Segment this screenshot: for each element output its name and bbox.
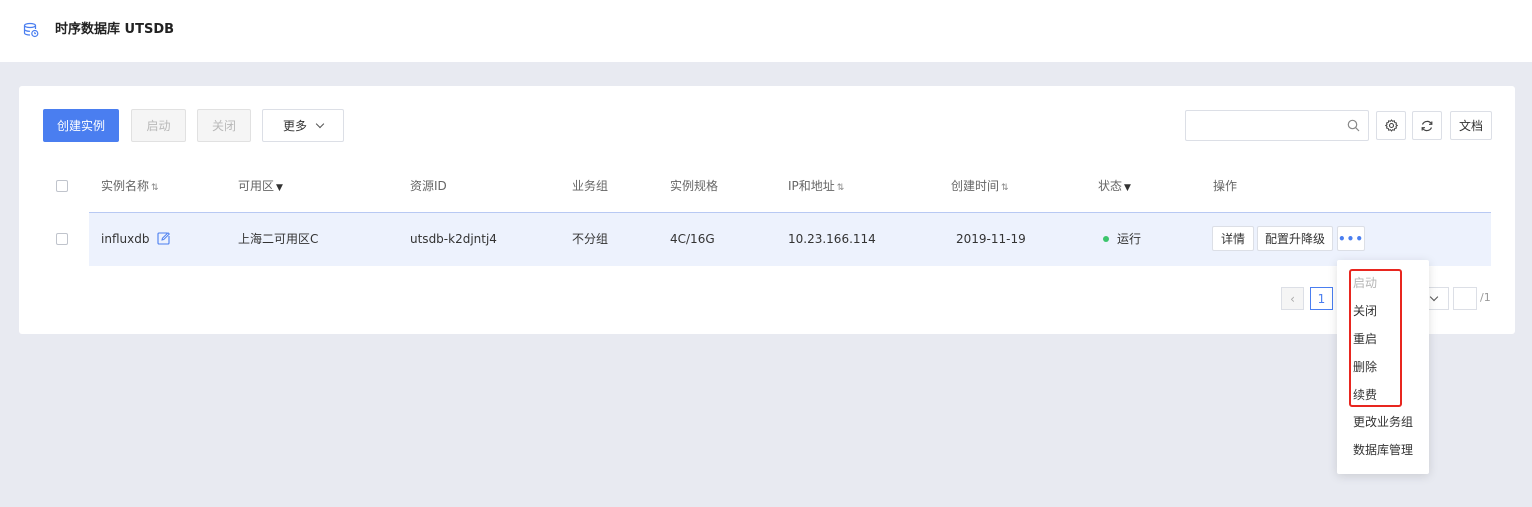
ip-cell: 10.23.166.114 xyxy=(788,232,876,246)
filter-icon[interactable]: ▼ xyxy=(1124,183,1131,193)
refresh-icon xyxy=(1421,120,1433,131)
column-header-ip[interactable]: IP和地址 ⇅ xyxy=(788,178,844,196)
resource-id-cell: utsdb-k2djntj4 xyxy=(410,232,497,246)
column-header-status[interactable]: 状态 ▼ xyxy=(1098,178,1131,196)
instance-list-card: 创建实例 启动 关闭 更多 文档 实例名称 ⇅ 可用区 ▼ 资源ID 业务组 实例规… xyxy=(19,86,1515,334)
group-cell: 不分组 xyxy=(572,232,609,246)
refresh-button[interactable] xyxy=(1412,111,1442,140)
row-checkbox[interactable] xyxy=(56,233,68,245)
page-number-button[interactable]: 1 xyxy=(1310,287,1333,310)
upgrade-button[interactable]: 配置升降级 xyxy=(1257,226,1333,251)
column-header-group: 业务组 xyxy=(572,179,609,193)
column-header-name[interactable]: 实例名称 ⇅ xyxy=(101,178,159,196)
instance-name-cell: influxdb xyxy=(101,231,171,247)
row-more-button[interactable]: ••• xyxy=(1337,226,1365,251)
column-header-created[interactable]: 创建时间 ⇅ xyxy=(951,178,1009,196)
page-jump-input[interactable] xyxy=(1453,287,1477,310)
page-total: /1 xyxy=(1480,291,1491,304)
column-header-resource-id: 资源ID xyxy=(410,179,447,193)
more-dropdown-button[interactable]: 更多 xyxy=(262,109,344,142)
menu-item-db-manage[interactable]: 数据库管理 xyxy=(1353,442,1413,458)
detail-button[interactable]: 详情 xyxy=(1212,226,1254,251)
top-bar: 时序数据库 UTSDB xyxy=(0,0,1532,62)
docs-button[interactable]: 文档 xyxy=(1450,111,1492,140)
column-header-zone[interactable]: 可用区 ▼ xyxy=(238,178,283,196)
sort-icon[interactable]: ⇅ xyxy=(837,183,845,193)
menu-item-change-group[interactable]: 更改业务组 xyxy=(1353,414,1413,430)
created-cell: 2019-11-19 xyxy=(956,232,1026,246)
close-button[interactable]: 关闭 xyxy=(197,109,251,142)
highlight-box xyxy=(1349,269,1402,407)
edit-icon[interactable] xyxy=(157,232,171,245)
status-dot-icon xyxy=(1103,236,1109,242)
database-icon xyxy=(23,22,39,38)
prev-page-button[interactable]: ‹ xyxy=(1281,287,1304,310)
column-header-ops: 操作 xyxy=(1213,179,1238,193)
more-label: 更多 xyxy=(282,119,307,133)
page-size-select[interactable] xyxy=(1427,287,1449,310)
start-button[interactable]: 启动 xyxy=(131,109,186,142)
search-icon xyxy=(1347,119,1360,132)
spec-cell: 4C/16G xyxy=(670,232,715,246)
zone-cell: 上海二可用区C xyxy=(238,232,319,246)
create-instance-button[interactable]: 创建实例 xyxy=(43,109,119,142)
gear-icon xyxy=(1384,119,1398,132)
search-input[interactable] xyxy=(1185,110,1369,141)
settings-button[interactable] xyxy=(1376,111,1406,140)
sort-icon[interactable]: ⇅ xyxy=(151,183,159,193)
sort-icon[interactable]: ⇅ xyxy=(1001,183,1009,193)
chevron-down-icon xyxy=(1429,292,1439,302)
filter-icon[interactable]: ▼ xyxy=(276,183,283,193)
status-cell: 运行 xyxy=(1103,231,1141,247)
select-all-checkbox[interactable] xyxy=(56,180,68,192)
column-header-spec: 实例规格 xyxy=(670,179,719,193)
page-title: 时序数据库 UTSDB xyxy=(55,22,175,37)
chevron-down-icon xyxy=(315,119,325,128)
